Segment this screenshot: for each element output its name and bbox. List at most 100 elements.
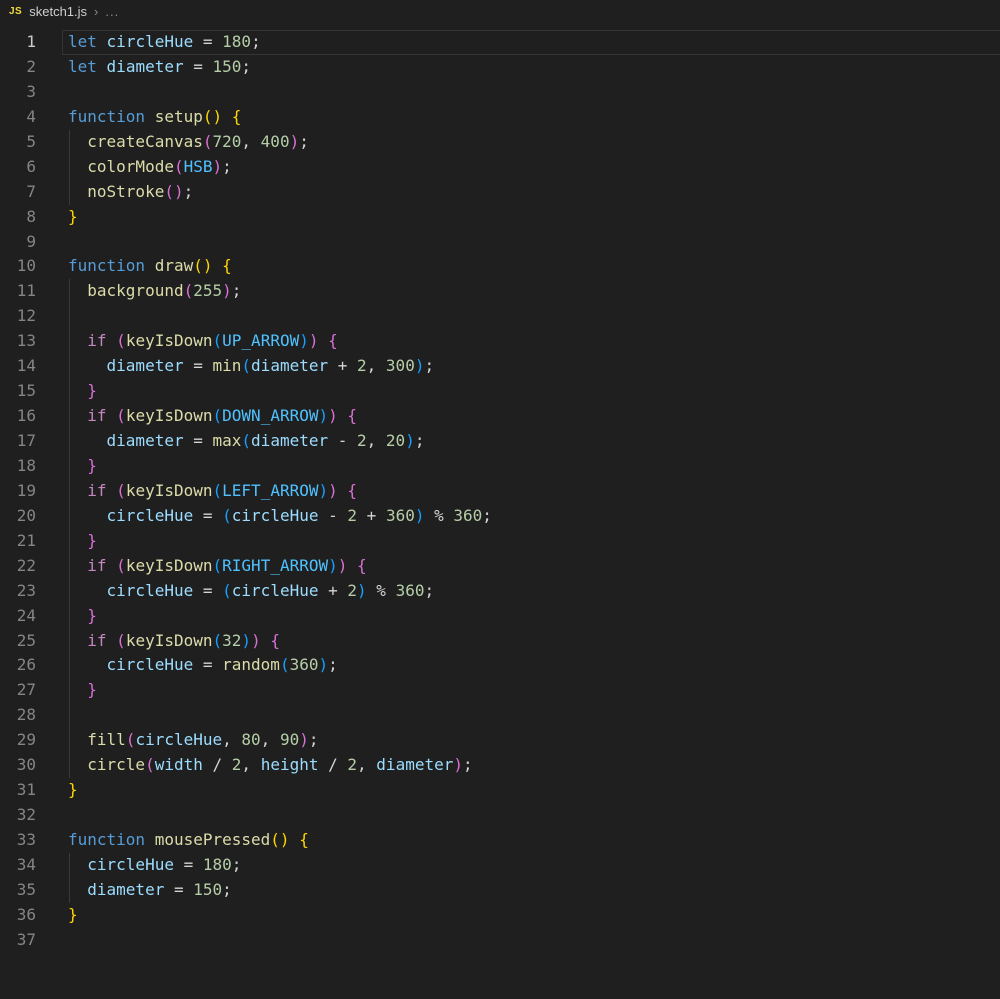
line-number[interactable]: 23: [0, 579, 36, 604]
code-line-content[interactable]: [62, 80, 1000, 105]
line-number[interactable]: 11: [0, 279, 36, 304]
code-line-content[interactable]: }: [62, 529, 1000, 554]
code-line[interactable]: 12: [0, 304, 1000, 329]
code-line[interactable]: 22 if (keyIsDown(RIGHT_ARROW)) {: [0, 554, 1000, 579]
code-line-content[interactable]: [62, 928, 1000, 953]
code-line-content[interactable]: fill(circleHue, 80, 90);: [62, 728, 1000, 753]
code-line-content[interactable]: circleHue = 180;: [62, 853, 1000, 878]
line-number[interactable]: 35: [0, 878, 36, 903]
line-number[interactable]: 26: [0, 653, 36, 678]
code-line[interactable]: 28: [0, 703, 1000, 728]
code-line[interactable]: 35 diameter = 150;: [0, 878, 1000, 903]
code-line[interactable]: 6 colorMode(HSB);: [0, 155, 1000, 180]
line-number[interactable]: 1: [0, 30, 36, 55]
code-line[interactable]: 33 function mousePressed() {: [0, 828, 1000, 853]
code-editor[interactable]: 1 let circleHue = 180; 2 let diameter = 150…: [0, 22, 1000, 953]
code-line[interactable]: 29 fill(circleHue, 80, 90);: [0, 728, 1000, 753]
code-line-content[interactable]: [62, 703, 1000, 728]
code-line[interactable]: 4function setup() {: [0, 105, 1000, 130]
breadcrumb-filename[interactable]: sketch1.js: [29, 4, 87, 19]
line-number[interactable]: 37: [0, 928, 36, 953]
line-number[interactable]: 5: [0, 130, 36, 155]
code-line[interactable]: 17 diameter = max(diameter - 2, 20);: [0, 429, 1000, 454]
code-line-content[interactable]: }: [62, 778, 1000, 803]
code-line[interactable]: 13 if (keyIsDown(UP_ARROW)) {: [0, 329, 1000, 354]
line-number[interactable]: 16: [0, 404, 36, 429]
line-number[interactable]: 7: [0, 180, 36, 205]
code-line[interactable]: 37: [0, 928, 1000, 953]
line-number[interactable]: 29: [0, 728, 36, 753]
code-line[interactable]: 2 let diameter = 150;: [0, 55, 1000, 80]
code-line-content[interactable]: function draw() {: [62, 254, 1000, 279]
code-line[interactable]: 9: [0, 230, 1000, 255]
line-number[interactable]: 14: [0, 354, 36, 379]
line-number[interactable]: 24: [0, 604, 36, 629]
line-number[interactable]: 18: [0, 454, 36, 479]
code-line[interactable]: 31}: [0, 778, 1000, 803]
code-line[interactable]: 27 }: [0, 678, 1000, 703]
code-line[interactable]: 7 noStroke();: [0, 180, 1000, 205]
code-line-content[interactable]: let circleHue = 180;: [62, 30, 1000, 55]
code-line[interactable]: 34 circleHue = 180;: [0, 853, 1000, 878]
code-line[interactable]: 21 }: [0, 529, 1000, 554]
code-line-content[interactable]: createCanvas(720, 400);: [62, 130, 1000, 155]
code-line[interactable]: 23 circleHue = (circleHue + 2) % 360;: [0, 579, 1000, 604]
line-number[interactable]: 2: [0, 55, 36, 80]
code-line-content[interactable]: colorMode(HSB);: [62, 155, 1000, 180]
code-line-content[interactable]: }: [62, 903, 1000, 928]
code-line[interactable]: 19 if (keyIsDown(LEFT_ARROW)) {: [0, 479, 1000, 504]
code-line-content[interactable]: background(255);: [62, 279, 1000, 304]
code-line-content[interactable]: if (keyIsDown(LEFT_ARROW)) {: [62, 479, 1000, 504]
code-line-content[interactable]: }: [62, 604, 1000, 629]
code-line[interactable]: 26 circleHue = random(360);: [0, 653, 1000, 678]
code-line-content[interactable]: noStroke();: [62, 180, 1000, 205]
code-line-content[interactable]: let diameter = 150;: [62, 55, 1000, 80]
code-line[interactable]: 16 if (keyIsDown(DOWN_ARROW)) {: [0, 404, 1000, 429]
line-number[interactable]: 12: [0, 304, 36, 329]
code-line-content[interactable]: }: [62, 379, 1000, 404]
code-line-content[interactable]: diameter = min(diameter + 2, 300);: [62, 354, 1000, 379]
line-number[interactable]: 6: [0, 155, 36, 180]
code-line-content[interactable]: [62, 803, 1000, 828]
line-number[interactable]: 25: [0, 629, 36, 654]
code-line-content[interactable]: }: [62, 205, 1000, 230]
code-line[interactable]: 18 }: [0, 454, 1000, 479]
line-number[interactable]: 32: [0, 803, 36, 828]
code-line-content[interactable]: function mousePressed() {: [62, 828, 1000, 853]
code-line[interactable]: 15 }: [0, 379, 1000, 404]
code-line-content[interactable]: [62, 230, 1000, 255]
code-line-content[interactable]: }: [62, 454, 1000, 479]
code-line-content[interactable]: circleHue = (circleHue + 2) % 360;: [62, 579, 1000, 604]
code-line[interactable]: 32: [0, 803, 1000, 828]
line-number[interactable]: 15: [0, 379, 36, 404]
line-number[interactable]: 20: [0, 504, 36, 529]
line-number[interactable]: 10: [0, 254, 36, 279]
code-line[interactable]: 14 diameter = min(diameter + 2, 300);: [0, 354, 1000, 379]
code-line[interactable]: 1 let circleHue = 180;: [0, 30, 1000, 55]
code-line-content[interactable]: if (keyIsDown(RIGHT_ARROW)) {: [62, 554, 1000, 579]
code-line[interactable]: 8}: [0, 205, 1000, 230]
code-line-content[interactable]: circleHue = (circleHue - 2 + 360) % 360;: [62, 504, 1000, 529]
line-number[interactable]: 19: [0, 479, 36, 504]
line-number[interactable]: 4: [0, 105, 36, 130]
line-number[interactable]: 13: [0, 329, 36, 354]
line-number[interactable]: 8: [0, 205, 36, 230]
code-line-content[interactable]: diameter = 150;: [62, 878, 1000, 903]
code-line-content[interactable]: if (keyIsDown(UP_ARROW)) {: [62, 329, 1000, 354]
code-line-content[interactable]: [62, 304, 1000, 329]
code-line[interactable]: 5 createCanvas(720, 400);: [0, 130, 1000, 155]
line-number[interactable]: 30: [0, 753, 36, 778]
line-number[interactable]: 21: [0, 529, 36, 554]
code-line-content[interactable]: circleHue = random(360);: [62, 653, 1000, 678]
code-line[interactable]: 10 function draw() {: [0, 254, 1000, 279]
line-number[interactable]: 33: [0, 828, 36, 853]
line-number[interactable]: 17: [0, 429, 36, 454]
code-line[interactable]: 25 if (keyIsDown(32)) {: [0, 629, 1000, 654]
line-number[interactable]: 28: [0, 703, 36, 728]
line-number[interactable]: 36: [0, 903, 36, 928]
code-line[interactable]: 24 }: [0, 604, 1000, 629]
line-number[interactable]: 31: [0, 778, 36, 803]
code-line[interactable]: 20 circleHue = (circleHue - 2 + 360) % 3…: [0, 504, 1000, 529]
code-line-content[interactable]: diameter = max(diameter - 2, 20);: [62, 429, 1000, 454]
code-line[interactable]: 36}: [0, 903, 1000, 928]
